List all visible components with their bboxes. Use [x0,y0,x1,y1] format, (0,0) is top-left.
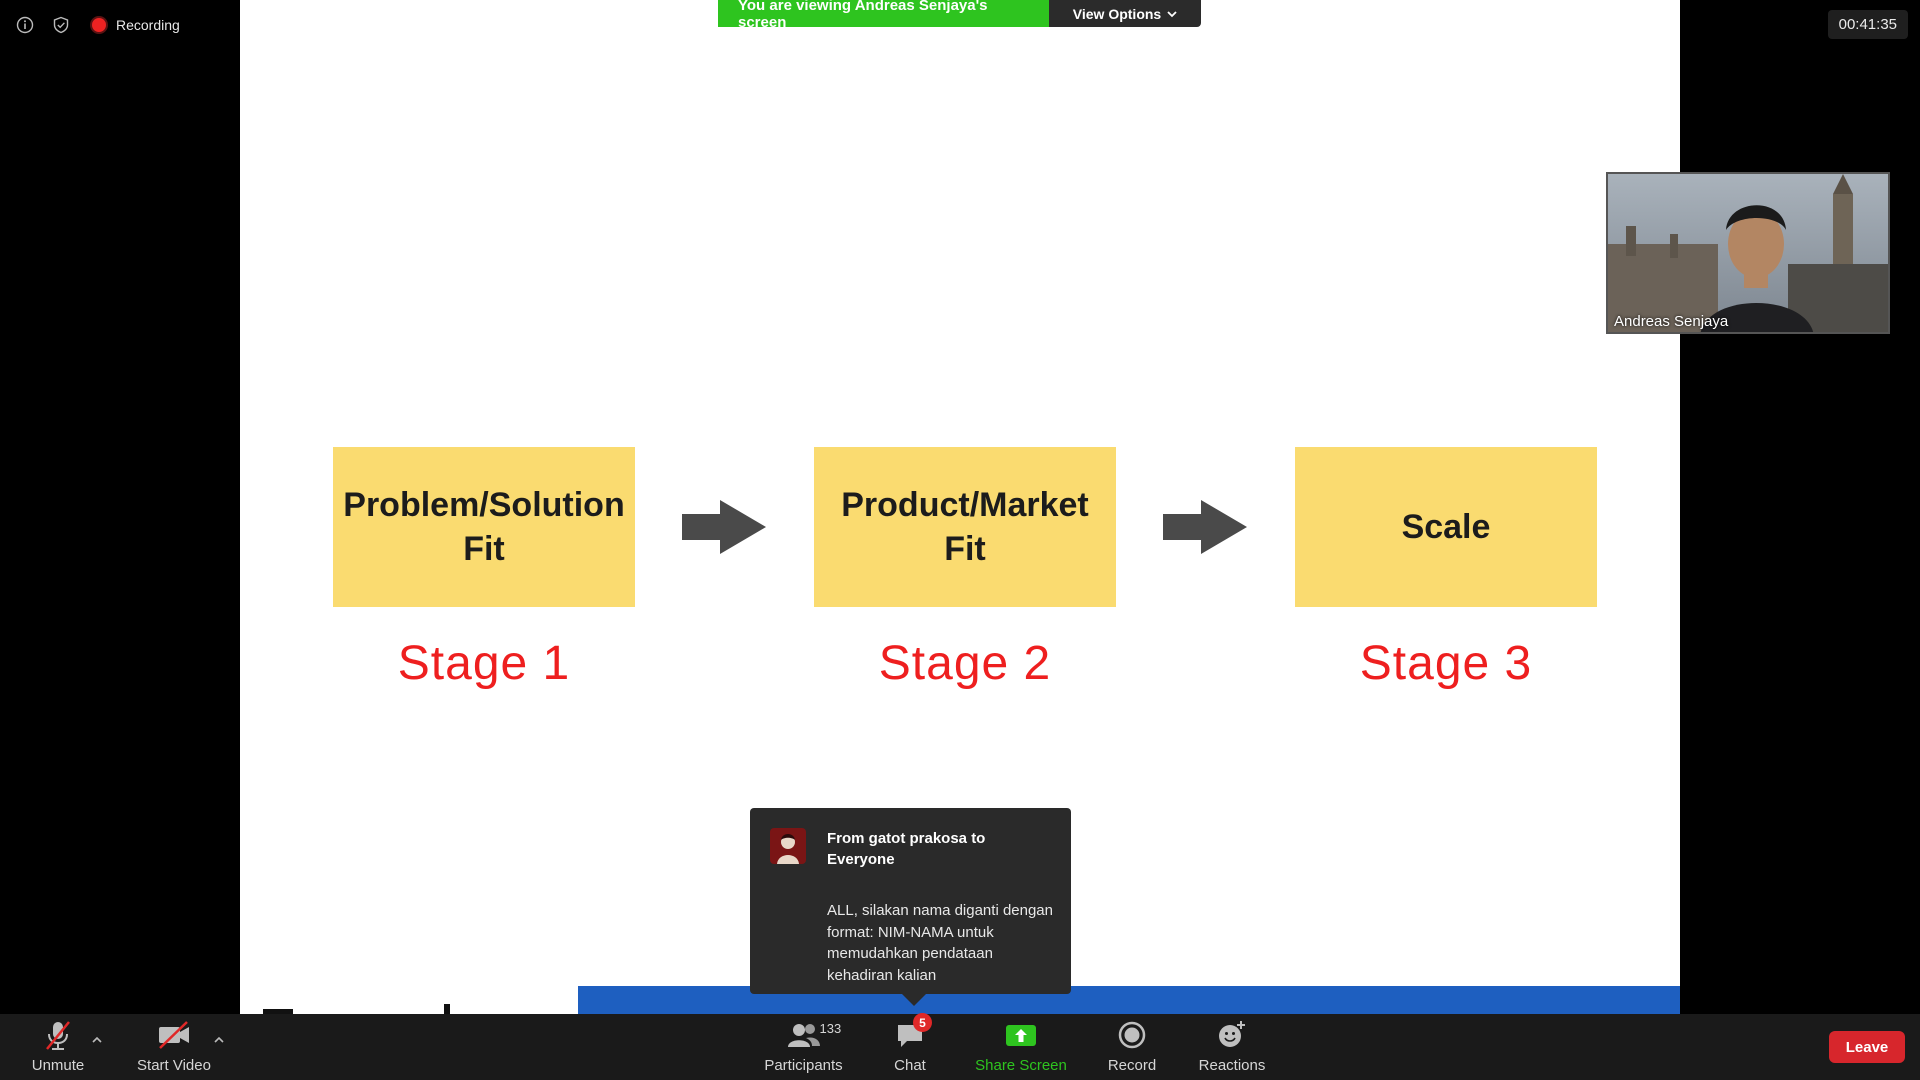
meeting-status-bar: Recording [14,14,180,36]
box-line: Product/Market [841,486,1089,524]
share-screen-label: Share Screen [975,1057,1067,1074]
view-options-button[interactable]: View Options [1049,0,1201,27]
stage-box-problem-solution: Problem/Solution Fit [333,447,635,607]
start-video-button[interactable]: Start Video [128,1014,220,1080]
reactions-button[interactable]: Reactions [1188,1014,1276,1080]
chat-notification[interactable]: From gatot prakosa to Everyone ALL, sila… [750,808,1071,1006]
leave-button[interactable]: Leave [1829,1031,1905,1063]
reactions-label: Reactions [1198,1057,1266,1074]
chat-icon: 5 [890,1013,932,1051]
recording-label: Recording [116,17,180,33]
participants-button[interactable]: 133 Participants [756,1014,851,1080]
unmute-label: Unmute [31,1057,85,1074]
chat-label: Chat [894,1057,926,1074]
box-line: Fit [463,530,505,568]
recording-icon [92,18,106,32]
participant-video[interactable]: Andreas Senjaya [1606,172,1890,334]
share-banner: You are viewing Andreas Senjaya's screen… [718,0,1201,31]
arrow-right-icon [1163,500,1247,554]
smiley-plus-icon [1212,1019,1252,1051]
avatar [770,828,806,864]
viewing-screen-label: You are viewing Andreas Senjaya's screen [718,0,1049,31]
stage-box-product-market: Product/Market Fit [814,447,1116,607]
view-options-label: View Options [1072,5,1162,22]
arrow-right-icon [682,500,766,554]
video-off-icon [154,1019,194,1051]
slide-footer-bar [578,986,1680,1014]
participants-label: Participants [764,1057,843,1074]
record-icon [1112,1019,1152,1051]
recording-indicator[interactable]: Recording [92,17,180,33]
record-label: Record [1107,1057,1157,1074]
meeting-timer: 00:41:35 [1827,10,1908,39]
stage-box-scale: Scale [1295,447,1597,607]
chevron-up-icon[interactable] [90,1032,104,1046]
stage-label: Stage 2 [878,637,1052,690]
stage-label: Stage 3 [1359,637,1533,690]
video-feed-image [1608,174,1888,332]
chat-notification-message: ALL, silakan nama diganti dengan format:… [827,902,1053,984]
box-line: Fit [944,530,986,568]
chevron-down-icon [1167,10,1177,17]
unmute-button[interactable]: Unmute [22,1014,94,1080]
slide-fragment [444,1004,450,1014]
chat-notification-title: From gatot prakosa to Everyone [827,830,986,868]
box-line: Problem/Solution [343,486,625,524]
chat-unread-badge: 5 [913,1013,932,1032]
meeting-toolbar: Unmute Start Video 133 Participants 5 Ch… [0,1013,1920,1080]
participant-name-label: Andreas Senjaya [1614,313,1729,330]
stage-label: Stage 1 [397,637,571,690]
shield-icon[interactable] [50,14,72,36]
box-line: Scale [1401,508,1491,546]
participants-count: 133 [819,1021,842,1036]
participants-icon: 133 [784,1019,841,1051]
chevron-up-icon[interactable] [212,1032,226,1046]
share-screen-icon [1001,1019,1041,1051]
info-icon[interactable] [14,14,36,36]
microphone-muted-icon [38,1019,78,1051]
share-screen-button[interactable]: Share Screen [970,1014,1072,1080]
start-video-label: Start Video [137,1057,211,1074]
chat-button[interactable]: 5 Chat [870,1013,950,1080]
record-button[interactable]: Record [1092,1014,1172,1080]
